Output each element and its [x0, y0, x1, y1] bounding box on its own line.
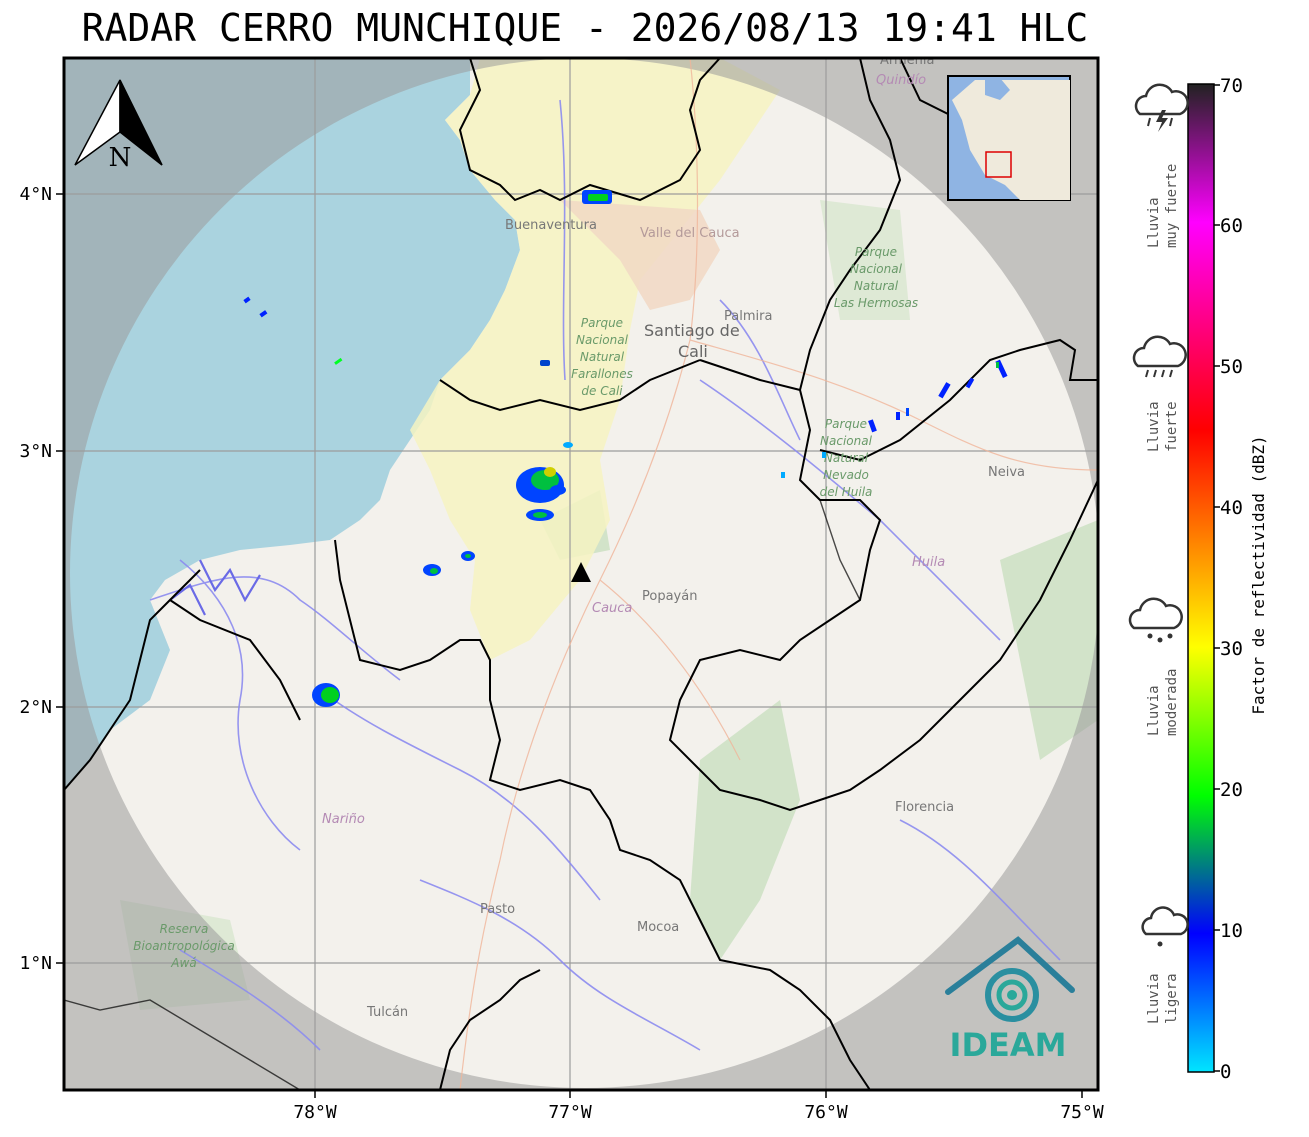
colorbar-gradient [1187, 83, 1215, 1073]
moderate-rain-icon [1128, 597, 1183, 643]
thunderstorm-icon [1134, 83, 1189, 132]
x-axis: 78°W 77°W 76°W 75°W [293, 1090, 1104, 1123]
label-tulcan: Tulcán [366, 1005, 408, 1020]
label-cauca: Cauca [592, 601, 632, 616]
cb-tick-40: 40 [1220, 497, 1243, 519]
cb-tick-10: 10 [1220, 920, 1243, 942]
label-cali-1: Santiago de [644, 321, 740, 340]
label-huila: Huila [912, 555, 945, 570]
park-farallones-3: Natural [580, 350, 625, 364]
park-huila-4: Nevado [823, 468, 869, 482]
cb-tick-30: 30 [1220, 638, 1243, 660]
y-tick-1n: 1°N [19, 953, 52, 974]
park-huila-1: Parque [825, 417, 867, 431]
ideam-logo-text: IDEAM [950, 1026, 1067, 1064]
cat-ligera-1: Lluvia [1146, 973, 1162, 1024]
park-awa-3: Awá [170, 956, 196, 970]
label-valle: Valle del Cauca [640, 226, 740, 241]
cb-tick-70: 70 [1220, 75, 1243, 97]
park-huila-2: Nacional [820, 434, 873, 448]
cat-fuerte-2: fuerte [1164, 401, 1180, 452]
cb-tick-50: 50 [1220, 356, 1243, 378]
park-awa-2: Bioantropológica [133, 939, 234, 953]
label-popayan: Popayán [642, 589, 697, 604]
park-farallones-1: Parque [581, 316, 623, 330]
park-huila-5: del Huila [820, 485, 873, 499]
label-quindio: Quindío [876, 73, 926, 88]
label-pasto: Pasto [480, 902, 515, 917]
x-tick-75w: 75°W [1060, 1102, 1104, 1123]
cat-moderada-1: Lluvia [1146, 685, 1162, 736]
label-buenaventura: Buenaventura [505, 218, 597, 233]
rain-categories: Lluvia muy fuerte Lluvia fuerte Lluvia m… [1128, 83, 1189, 1024]
y-axis: 4°N 3°N 2°N 1°N [19, 184, 64, 974]
cat-ligera-2: ligera [1164, 973, 1180, 1024]
label-narino: Nariño [322, 812, 365, 827]
park-hermosas-2: Nacional [850, 262, 903, 276]
park-farallones-4: Farallones [571, 367, 633, 381]
park-hermosas-3: Natural [854, 279, 899, 293]
x-tick-76w: 76°W [804, 1102, 848, 1123]
x-tick-78w: 78°W [293, 1102, 337, 1123]
y-tick-2n: 2°N [19, 697, 52, 718]
inset-locator-map[interactable] [947, 75, 1071, 201]
heavy-rain-icon [1132, 335, 1187, 378]
north-arrow-label: N [109, 143, 132, 173]
cat-fuerte-1: Lluvia [1146, 401, 1162, 452]
y-tick-4n: 4°N [19, 184, 52, 205]
label-florencia: Florencia [895, 800, 954, 815]
park-awa-1: Reserva [160, 922, 209, 936]
park-farallones-2: Nacional [576, 333, 629, 347]
cb-tick-20: 20 [1220, 779, 1243, 801]
label-mocoa: Mocoa [637, 920, 679, 935]
map-area[interactable]: Buenaventura Valle del Cauca Palmira San… [0, 0, 1309, 1137]
park-hermosas-4: Las Hermosas [834, 296, 918, 310]
cat-muy-fuerte-1: Lluvia [1146, 197, 1162, 248]
cat-moderada-2: moderada [1164, 669, 1180, 736]
label-armenia: Armenia [880, 53, 935, 68]
x-tick-77w: 77°W [548, 1102, 592, 1123]
label-neiva: Neiva [988, 465, 1025, 480]
cat-muy-fuerte-2: muy fuerte [1164, 164, 1180, 248]
park-hermosas-1: Parque [855, 245, 897, 259]
cb-tick-0: 0 [1220, 1061, 1231, 1083]
light-rain-icon [1141, 906, 1189, 947]
y-tick-3n: 3°N [19, 441, 52, 462]
colorbar-label: Factor de reflectividad (dBZ) [1249, 435, 1268, 714]
colorbar: 0 10 20 30 40 50 60 70 Factor de reflect… [1187, 75, 1268, 1083]
label-cali-2: Cali [678, 342, 708, 361]
park-huila-3: Natural [824, 451, 869, 465]
park-farallones-5: de Cali [581, 384, 623, 398]
cb-tick-60: 60 [1220, 215, 1243, 237]
radar-figure: Buenaventura Valle del Cauca Palmira San… [0, 0, 1309, 1137]
